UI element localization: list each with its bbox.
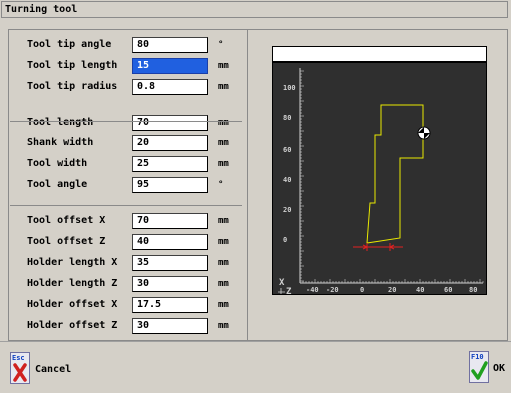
param-row: Tool length 70 mm (10, 115, 242, 133)
y-tick-label: 60 (283, 146, 291, 154)
param-row: Tool offset X 70 mm (10, 213, 242, 231)
cancel-button[interactable]: Esc Cancel (10, 352, 80, 386)
param-label: Holder length Z (27, 278, 118, 289)
x-tick-label: 60 (444, 286, 452, 294)
axis-origin-icon (278, 288, 285, 295)
window-title: Turning tool (1, 1, 508, 18)
param-label: Holder offset X (27, 299, 118, 310)
x-tick-label: -20 (326, 286, 339, 294)
param-row: Tool offset Z 40 mm (10, 234, 242, 252)
footer-divider (0, 341, 511, 342)
param-unit: mm (218, 118, 229, 128)
param-row: Tool angle 95 ° (10, 177, 242, 195)
param-unit: ° (218, 180, 224, 190)
param-label: Tool width (27, 158, 88, 169)
param-label: Tool offset Z (27, 236, 106, 247)
y-tick-label: 20 (283, 206, 291, 214)
param-unit: mm (218, 237, 229, 247)
group-divider (10, 121, 242, 122)
param-unit: ° (218, 40, 224, 50)
x-tick-label: 20 (388, 286, 396, 294)
param-input[interactable]: 70 (132, 213, 208, 229)
param-input[interactable]: 20 (132, 135, 208, 151)
param-unit: mm (218, 82, 229, 92)
param-input[interactable]: 35 (132, 255, 208, 271)
y-tick-label: 40 (283, 176, 291, 184)
y-tick-label: 0 (283, 236, 287, 244)
x-tick-label: 40 (416, 286, 424, 294)
param-row: Tool tip radius 0.8 mm (10, 79, 242, 97)
param-unit: mm (218, 138, 229, 148)
panel-divider (247, 30, 248, 340)
param-label: Tool tip radius (27, 81, 118, 92)
param-row: Holder offset X 17.5 mm (10, 297, 242, 315)
param-input[interactable]: 95 (132, 177, 208, 193)
param-label: Tool length (27, 117, 94, 128)
param-row: Tool tip length 15 mm (10, 58, 242, 76)
param-input[interactable]: 25 (132, 156, 208, 172)
param-row: Holder offset Z 30 mm (10, 318, 242, 336)
param-unit: mm (218, 61, 229, 71)
y-tick-label: 80 (283, 114, 291, 122)
param-label: Holder offset Z (27, 320, 118, 331)
x-tick-label: 0 (360, 286, 364, 294)
param-input[interactable]: 80 (132, 37, 208, 53)
group-divider (10, 205, 242, 206)
param-label: Holder length X (27, 257, 118, 268)
tool-holder-edge (375, 105, 382, 136)
param-input[interactable]: 15 (132, 58, 208, 74)
param-unit: mm (218, 300, 229, 310)
param-label: Tool tip length (27, 60, 118, 71)
parameters-panel: Tool tip angle 80 ° Tool tip length 15 mm Tool… (10, 33, 242, 338)
param-row: Holder length Z 30 mm (10, 276, 242, 294)
checkmark-icon: F10 (469, 351, 489, 383)
param-label: Tool tip angle (27, 39, 112, 50)
ok-button[interactable]: F10 OK (469, 351, 511, 385)
param-input[interactable]: 17.5 (132, 297, 208, 313)
param-row: Tool tip angle 80 ° (10, 37, 242, 55)
ok-label: OK (493, 363, 506, 374)
cancel-label: Cancel (35, 364, 72, 375)
param-label: Shank width (27, 137, 94, 148)
axis-x-label: X (279, 278, 285, 288)
x-tick-label: -40 (306, 286, 319, 294)
tool-preview-svg: 100 80 60 40 20 0 -40 -20 0 20 40 60 80 XZ (278, 68, 484, 297)
param-input[interactable]: 70 (132, 115, 208, 131)
preview-header (272, 46, 487, 62)
tool-preview-plot: 100 80 60 40 20 0 -40 -20 0 20 40 60 80 X Z (272, 62, 487, 297)
param-row: Holder length X 35 mm (10, 255, 242, 273)
param-unit: mm (218, 279, 229, 289)
param-unit: mm (218, 258, 229, 268)
param-input[interactable]: 0.8 (132, 79, 208, 95)
param-row: Shank width 20 mm (10, 135, 242, 153)
cross-icon: Esc (10, 352, 30, 384)
axis-z-label: Z (286, 287, 292, 294)
param-label: Tool angle (27, 179, 88, 190)
param-unit: mm (218, 159, 229, 169)
turning-tool-dialog: Turning tool Tool tip angle 80 ° Tool tip l… (0, 0, 511, 393)
tool-outline (366, 104, 424, 244)
y-tick-label: 100 (283, 84, 296, 92)
param-input[interactable]: 30 (132, 318, 208, 334)
param-input[interactable]: 40 (132, 234, 208, 250)
param-unit: mm (218, 216, 229, 226)
param-unit: mm (218, 321, 229, 331)
param-input[interactable]: 30 (132, 276, 208, 292)
x-tick-label: 80 (469, 286, 477, 294)
param-row: Tool width 25 mm (10, 156, 242, 174)
param-label: Tool offset X (27, 215, 106, 226)
